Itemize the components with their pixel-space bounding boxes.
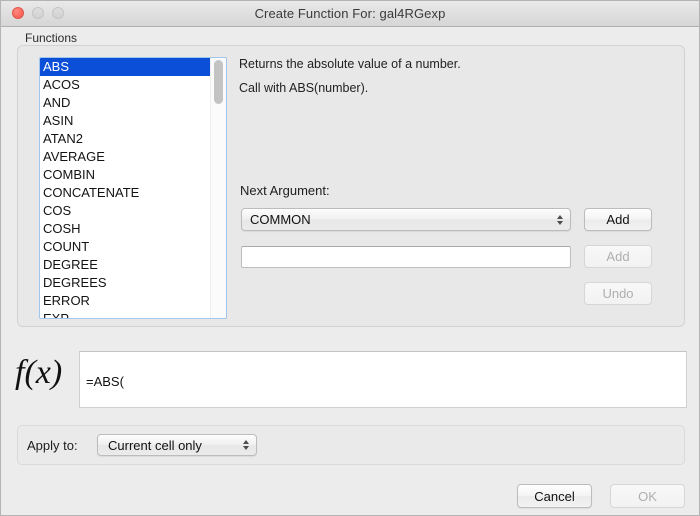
minimize-icon[interactable] [32,7,44,19]
scrollbar-thumb[interactable] [214,60,223,104]
formula-input[interactable]: =ABS( [79,351,687,408]
next-argument-dropdown-value: COMMON [242,212,552,227]
functions-list-scrollbar[interactable] [210,58,226,318]
apply-to-dropdown[interactable]: Current cell only [97,434,257,456]
window-controls [12,7,64,19]
functions-list[interactable]: ABSACOSANDASINATAN2AVERAGECOMBINCONCATEN… [39,57,227,319]
next-argument-input[interactable] [241,246,571,268]
list-item[interactable]: COSH [40,220,210,238]
maximize-icon[interactable] [52,7,64,19]
list-item[interactable]: AVERAGE [40,148,210,166]
list-item[interactable]: ABS [40,58,210,76]
list-item[interactable]: DEGREES [40,274,210,292]
list-item[interactable]: EXP [40,310,210,318]
create-function-dialog: Create Function For: gal4RGexp Functions… [0,0,700,516]
function-description: Returns the absolute value of a number. … [239,56,659,104]
chevron-updown-icon [238,435,254,456]
list-item[interactable]: ACOS [40,76,210,94]
next-argument-label: Next Argument: [240,183,330,198]
list-item[interactable]: CONCATENATE [40,184,210,202]
window-title: Create Function For: gal4RGexp [1,6,699,21]
cancel-button[interactable]: Cancel [517,484,592,508]
apply-to-dropdown-value: Current cell only [98,438,238,453]
list-item[interactable]: ATAN2 [40,130,210,148]
list-item[interactable]: ASIN [40,112,210,130]
chevron-updown-icon [552,209,568,230]
ok-button[interactable]: OK [610,484,685,508]
add-text-argument-button[interactable]: Add [584,245,652,268]
fx-label: f(x) [15,353,62,393]
next-argument-dropdown[interactable]: COMMON [241,208,571,231]
list-item[interactable]: AND [40,94,210,112]
description-line-1: Returns the absolute value of a number. [239,56,659,72]
apply-to-label: Apply to: [27,438,78,453]
functions-list-items[interactable]: ABSACOSANDASINATAN2AVERAGECOMBINCONCATEN… [40,58,210,318]
list-item[interactable]: ERROR [40,292,210,310]
close-icon[interactable] [12,7,24,19]
list-item[interactable]: COS [40,202,210,220]
undo-button[interactable]: Undo [584,282,652,305]
description-line-2: Call with ABS(number). [239,80,659,96]
add-argument-button[interactable]: Add [584,208,652,231]
list-item[interactable]: COUNT [40,238,210,256]
list-item[interactable]: DEGREE [40,256,210,274]
window-titlebar: Create Function For: gal4RGexp [1,1,699,27]
functions-groupbox-label: Functions [21,31,81,45]
list-item[interactable]: COMBIN [40,166,210,184]
